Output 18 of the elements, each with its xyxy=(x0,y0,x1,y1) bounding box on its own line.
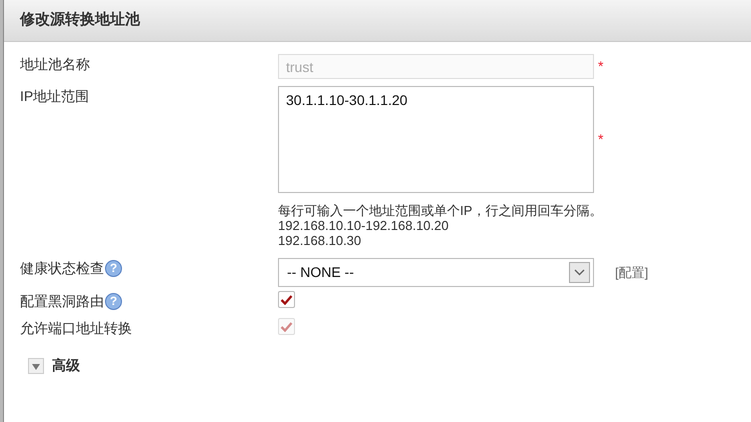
field-label: 健康状态检查 xyxy=(20,259,104,278)
config-link[interactable]: [配置] xyxy=(615,262,648,282)
hint-text: 每行可输入一个地址范围或单个IP，行之间用回车分隔。 xyxy=(278,203,604,218)
checkbox[interactable] xyxy=(278,291,295,308)
field-label: IP地址范围 xyxy=(20,87,90,106)
panel-title: 修改源转换地址池 xyxy=(4,0,751,42)
hint-text: 192.168.10.30 xyxy=(278,233,362,248)
expand-toggle-icon[interactable] xyxy=(28,358,44,374)
hint-text: 192.168.10.10-192.168.10.20 xyxy=(278,218,450,233)
field-label: 配置黑洞路由 xyxy=(20,292,104,311)
required-mark: * xyxy=(598,57,604,76)
dropdown[interactable]: -- NONE -- xyxy=(278,258,594,287)
text-area[interactable]: 30.1.1.10-30.1.1.20 xyxy=(278,86,594,193)
field-label: 允许端口地址转换 xyxy=(20,319,132,338)
section-label[interactable]: 高级 xyxy=(52,355,80,376)
field-label: 地址池名称 xyxy=(20,55,90,74)
required-mark: * xyxy=(598,130,604,149)
chevron-icon xyxy=(569,262,590,283)
